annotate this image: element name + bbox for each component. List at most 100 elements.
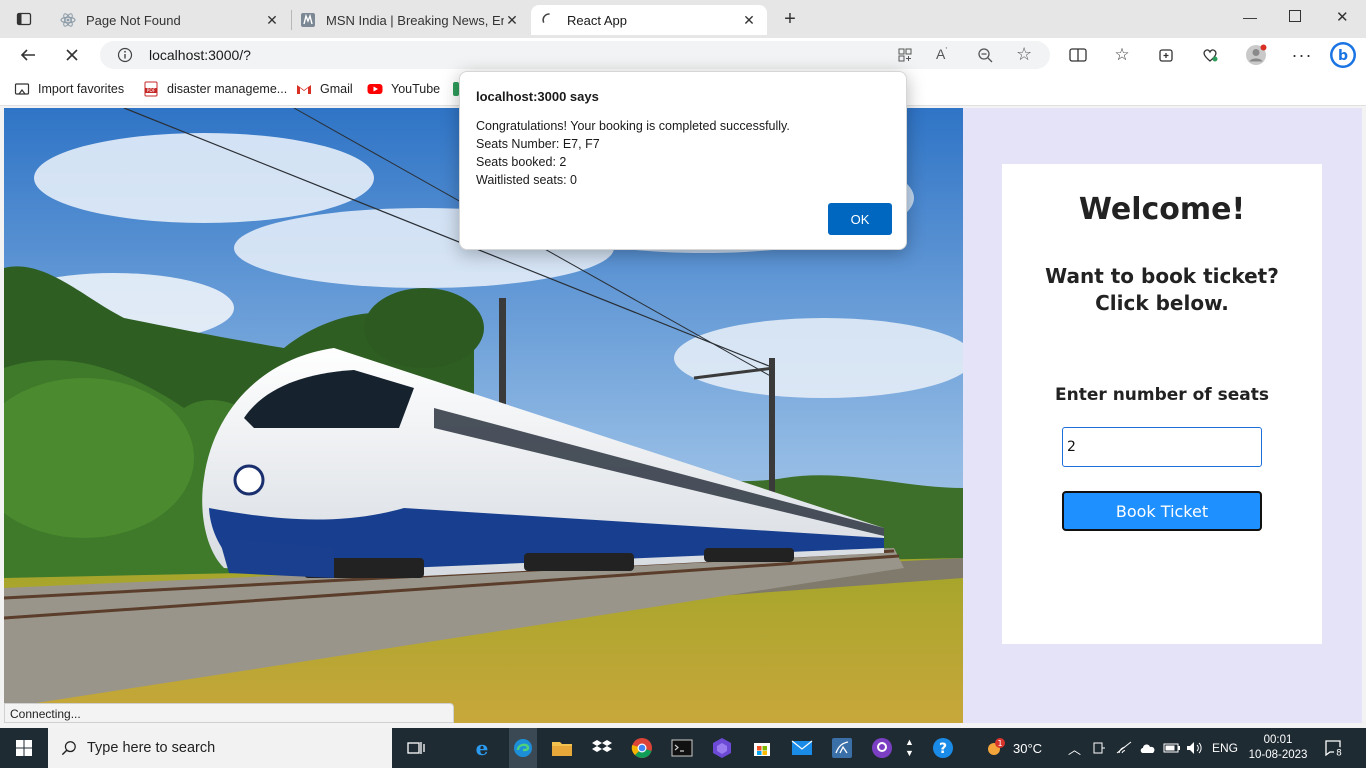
internet-explorer-icon[interactable]: e xyxy=(470,736,494,760)
tab-msn[interactable]: MSN India | Breaking News, Ente ✕ xyxy=(290,5,530,35)
zoom-out-icon[interactable] xyxy=(977,47,993,63)
close-tab-icon[interactable]: ✕ xyxy=(504,12,520,29)
tab-title: Page Not Found xyxy=(86,12,181,28)
mysql-workbench-icon[interactable] xyxy=(830,736,854,760)
onedrive-cloud-icon[interactable] xyxy=(1139,728,1157,768)
favorite-star-icon[interactable]: ☆ xyxy=(1016,44,1032,65)
import-icon xyxy=(14,81,30,97)
more-options-icon[interactable]: ··· xyxy=(1290,43,1314,67)
tab-strip: Page Not Found ✕ MSN India | Breaking Ne… xyxy=(0,0,1366,38)
loading-spinner-icon xyxy=(541,12,557,28)
chrome-icon[interactable] xyxy=(630,736,654,760)
svg-text:PDF: PDF xyxy=(147,88,156,94)
favorite-gmail[interactable]: Gmail xyxy=(296,81,353,97)
terminal-icon[interactable] xyxy=(670,736,694,760)
app-available-icon[interactable] xyxy=(897,47,913,63)
favorite-import[interactable]: Import favorites xyxy=(14,81,124,97)
tab-actions-icon[interactable] xyxy=(16,11,32,27)
booking-card: Welcome! Want to book ticket? Click belo… xyxy=(1002,164,1322,644)
browser-toolbar: localhost:3000/? Aʼ ☆ ☆ ··· b xyxy=(0,38,1366,72)
microsoft-store-icon[interactable] xyxy=(750,736,774,760)
notification-count: 8 xyxy=(1336,749,1342,758)
profile-avatar-icon[interactable] xyxy=(1244,43,1268,67)
restore-icon[interactable] xyxy=(1289,10,1301,22)
tab-title: React App xyxy=(567,12,627,28)
task-view-icon[interactable] xyxy=(404,736,428,760)
tab-title: MSN India | Breaking News, Ente xyxy=(326,12,504,28)
msn-icon xyxy=(300,12,316,28)
favorite-disaster-management[interactable]: PDF disaster manageme... xyxy=(143,81,287,97)
clock-date: 10-08-2023 xyxy=(1248,749,1308,761)
back-icon[interactable] xyxy=(16,43,40,67)
dialog-line-seats-booked: Seats booked: 2 xyxy=(476,155,567,169)
collections-icon[interactable] xyxy=(1154,43,1178,67)
clock[interactable]: 00:01 10-08-2023 xyxy=(1248,728,1308,768)
dialog-line-seat-numbers: Seats Number: E7, F7 xyxy=(476,137,600,151)
tab-react-app[interactable]: React App ✕ xyxy=(531,5,767,35)
seats-input[interactable] xyxy=(1062,427,1262,467)
weather-badge: 1 xyxy=(997,739,1002,748)
favorite-label: Import favorites xyxy=(38,82,125,96)
svg-text:?: ? xyxy=(939,741,947,757)
language-indicator[interactable]: ENG xyxy=(1212,728,1238,768)
help-icon[interactable]: ? xyxy=(931,736,955,760)
dialog-title: localhost:3000 says xyxy=(476,89,599,104)
network-adapter-icon[interactable] xyxy=(1092,728,1106,768)
close-tab-icon[interactable]: ✕ xyxy=(264,12,280,29)
dialog-line-waitlisted: Waitlisted seats: 0 xyxy=(476,173,577,187)
search-placeholder: Type here to search xyxy=(87,740,216,756)
new-tab-icon[interactable]: + xyxy=(782,8,798,30)
react-icon xyxy=(60,12,76,28)
browser-essentials-icon[interactable] xyxy=(1198,43,1222,67)
clock-time: 00:01 xyxy=(1263,734,1293,746)
read-aloud-icon[interactable]: Aʼ xyxy=(936,46,947,62)
favorite-label: YouTube xyxy=(391,82,441,96)
favorite-label: disaster manageme... xyxy=(167,82,288,96)
address-bar[interactable]: localhost:3000/? Aʼ ☆ xyxy=(100,41,1050,69)
svg-text:b: b xyxy=(1338,48,1348,64)
site-info-icon[interactable] xyxy=(117,47,133,63)
gmail-icon xyxy=(296,81,312,97)
ok-button[interactable]: OK xyxy=(828,203,892,235)
seats-label: Enter number of seats xyxy=(1055,385,1269,405)
favorite-label: Gmail xyxy=(320,82,353,96)
close-tab-icon[interactable]: ✕ xyxy=(741,12,757,29)
bing-chat-icon[interactable]: b xyxy=(1328,40,1358,70)
taskbar-search[interactable]: Type here to search xyxy=(48,728,392,768)
power-automate-icon[interactable] xyxy=(710,736,734,760)
battery-icon[interactable] xyxy=(1163,728,1181,768)
weather-text[interactable]: 30°C xyxy=(1013,728,1042,768)
taskbar-scroll-icon[interactable]: ▲ ▼ xyxy=(905,728,914,768)
file-explorer-icon[interactable] xyxy=(550,736,574,760)
taskbar: Type here to search e ▲ ▼ ? 1 30°C ︿ ENG… xyxy=(0,728,1366,768)
volume-icon[interactable] xyxy=(1186,728,1204,768)
minimize-icon[interactable]: — xyxy=(1243,9,1257,25)
split-screen-icon[interactable] xyxy=(1066,43,1090,67)
show-hidden-icons-icon[interactable]: ︿ xyxy=(1068,728,1081,768)
search-icon xyxy=(61,740,77,756)
favorite-youtube[interactable]: YouTube xyxy=(367,81,440,97)
stop-loading-icon[interactable] xyxy=(60,43,84,67)
dialog-message: Congratulations! Your booking is complet… xyxy=(476,117,790,189)
github-desktop-icon[interactable] xyxy=(870,736,894,760)
close-window-icon[interactable]: ✕ xyxy=(1336,8,1349,26)
notification-center-icon[interactable]: 8 xyxy=(1324,728,1344,768)
wifi-icon[interactable] xyxy=(1116,728,1132,768)
dropbox-icon[interactable] xyxy=(590,736,614,760)
dialog-line-success: Congratulations! Your booking is complet… xyxy=(476,119,790,133)
mail-icon[interactable] xyxy=(790,736,814,760)
favorites-icon[interactable]: ☆ xyxy=(1110,43,1134,67)
welcome-heading: Welcome! xyxy=(1078,192,1246,227)
book-ticket-button[interactable]: Book Ticket xyxy=(1062,491,1262,531)
pdf-icon: PDF xyxy=(143,81,159,97)
youtube-icon xyxy=(367,81,383,97)
url-text: localhost:3000/? xyxy=(149,47,251,63)
status-bar: Connecting... xyxy=(4,703,454,723)
book-prompt: Want to book ticket? Click below. xyxy=(1045,264,1279,315)
weather-icon[interactable]: 1 xyxy=(984,736,1008,760)
tab-page-not-found[interactable]: Page Not Found ✕ xyxy=(50,5,290,35)
svg-text:e: e xyxy=(476,737,489,759)
windows-start-icon[interactable] xyxy=(12,736,36,760)
edge-taskbar-icon[interactable] xyxy=(509,728,537,768)
alert-dialog: localhost:3000 says Congratulations! You… xyxy=(459,71,907,250)
